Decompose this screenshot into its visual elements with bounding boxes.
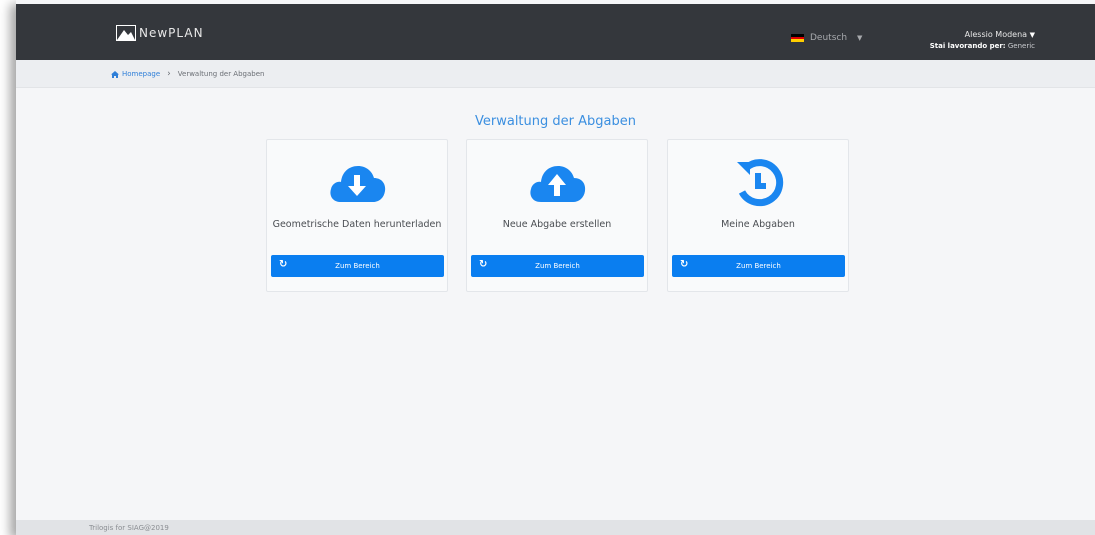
breadcrumb-home-label: Homepage <box>122 70 161 78</box>
refresh-icon: ↻ <box>680 259 689 270</box>
top-navbar: NewPLAN Deutsch ▼ Alessio Modena ▼ Stai … <box>16 4 1095 60</box>
app-window: NewPLAN Deutsch ▼ Alessio Modena ▼ Stai … <box>16 0 1095 535</box>
brand-name: NewPLAN <box>139 26 204 40</box>
breadcrumb-home-link[interactable]: Homepage <box>111 70 160 78</box>
card-title: Meine Abgaben <box>721 219 795 230</box>
working-for-row: Stai lavorando per: Generic <box>930 41 1035 52</box>
home-icon <box>111 70 119 78</box>
button-label: Zum Bereich <box>736 262 781 270</box>
refresh-icon: ↻ <box>479 259 488 270</box>
breadcrumb: Homepage › Verwaltung der Abgaben <box>111 69 264 79</box>
breadcrumb-bar: Homepage › Verwaltung der Abgaben <box>16 60 1095 88</box>
working-for-value: Generic <box>1007 42 1035 50</box>
language-selector[interactable]: Deutsch ▼ <box>791 33 862 43</box>
card-new-submission: Neue Abgabe erstellen ↻ Zum Bereich <box>466 139 648 292</box>
breadcrumb-separator-icon: › <box>167 69 171 79</box>
user-name-row: Alessio Modena ▼ <box>930 29 1035 41</box>
brand-logo[interactable]: NewPLAN <box>116 24 204 42</box>
cloud-download-icon <box>330 166 386 202</box>
footer-text: Trilogis for SIAG@2019 <box>89 524 169 532</box>
working-for-label: Stai lavorando per: <box>929 42 1006 50</box>
breadcrumb-current: Verwaltung der Abgaben <box>177 70 265 78</box>
zum-bereich-button[interactable]: ↻ Zum Bereich <box>471 255 644 277</box>
language-label: Deutsch <box>810 33 848 43</box>
user-menu[interactable]: Alessio Modena ▼ Stai lavorando per: Gen… <box>930 29 1035 52</box>
button-label: Zum Bereich <box>535 262 580 270</box>
footer: Trilogis for SIAG@2019 <box>16 520 1095 535</box>
cloud-upload-icon <box>530 166 586 202</box>
zum-bereich-button[interactable]: ↻ Zum Bereich <box>271 255 444 277</box>
card-title: Geometrische Daten herunterladen <box>272 219 442 230</box>
zum-bereich-button[interactable]: ↻ Zum Bereich <box>672 255 845 277</box>
card-my-submissions: Meine Abgaben ↻ Zum Bereich <box>667 139 849 292</box>
page-title: Verwaltung der Abgaben <box>475 114 636 129</box>
german-flag-icon <box>791 34 804 43</box>
user-caret-icon: ▼ <box>1029 31 1035 39</box>
history-icon <box>737 159 784 207</box>
card-title: Neue Abgabe erstellen <box>502 219 612 230</box>
card-download: Geometrische Daten herunterladen ↻ Zum B… <box>266 139 448 292</box>
user-name: Alessio Modena <box>964 30 1028 39</box>
newplan-logo-icon <box>116 25 136 41</box>
refresh-icon: ↻ <box>279 259 288 270</box>
chevron-down-icon: ▼ <box>857 34 863 42</box>
button-label: Zum Bereich <box>335 262 380 270</box>
